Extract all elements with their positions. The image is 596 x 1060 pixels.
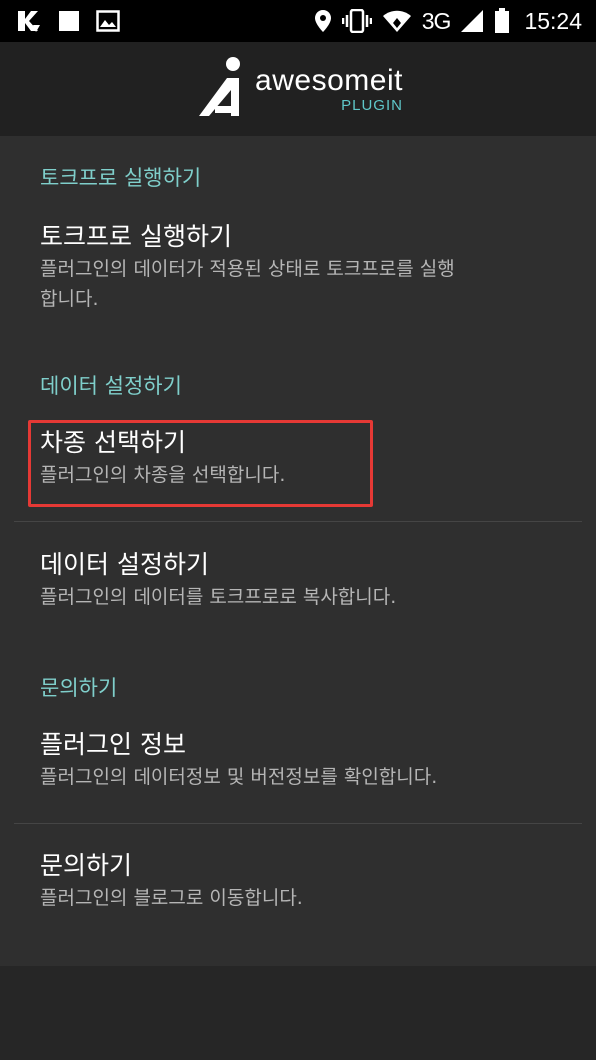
app-header: awesomeit PLUGIN bbox=[0, 42, 596, 136]
pref-title: 토크프로 실행하기 bbox=[40, 222, 232, 251]
image-notification-icon bbox=[96, 10, 120, 32]
pref-inquiry[interactable]: 문의하기 플러그인의 블로그로 이동합니다. bbox=[40, 849, 560, 913]
status-left bbox=[16, 9, 120, 33]
vibrate-icon bbox=[341, 9, 372, 33]
pref-plugin-info[interactable]: 플러그인 정보 플러그인의 데이터정보 및 버전정보를 확인합니다. bbox=[40, 728, 560, 792]
logo-mark-icon bbox=[193, 56, 249, 122]
pref-run-torque-pro[interactable]: 토크프로 실행하기 플러그인의 데이터가 적용된 상태로 토크프로를 실행 합니… bbox=[40, 220, 560, 314]
pref-summary: 플러그인의 데이터를 토크프로로 복사합니다. bbox=[40, 586, 397, 608]
empty-footer-area bbox=[0, 966, 596, 1060]
clock: 15:24 bbox=[524, 7, 582, 34]
selection-highlight bbox=[28, 420, 373, 507]
category-inquiry: 문의하기 bbox=[40, 676, 118, 700]
app-notification-icon bbox=[16, 9, 42, 33]
wifi-icon bbox=[382, 9, 412, 33]
logo-text: awesomeit PLUGIN bbox=[255, 63, 403, 114]
pref-summary: 플러그인의 블로그로 이동합니다. bbox=[40, 887, 303, 909]
category-data-settings: 데이터 설정하기 bbox=[40, 374, 182, 398]
preference-list: 토크프로 실행하기 토크프로 실행하기 플러그인의 데이터가 적용된 상태로 토… bbox=[0, 136, 596, 966]
logo-subtitle: PLUGIN bbox=[341, 96, 403, 114]
signal-icon bbox=[460, 9, 484, 33]
network-type: 3G bbox=[421, 7, 452, 34]
pref-summary: 플러그인의 데이터정보 및 버전정보를 확인합니다. bbox=[40, 766, 438, 788]
pref-data-settings[interactable]: 데이터 설정하기 플러그인의 데이터를 토크프로로 복사합니다. bbox=[40, 548, 560, 612]
category-run: 토크프로 실행하기 bbox=[40, 166, 202, 190]
divider bbox=[14, 823, 582, 824]
status-right: 3G 15:24 bbox=[314, 8, 582, 35]
pref-title: 플러그인 정보 bbox=[40, 730, 186, 759]
battery-icon bbox=[494, 8, 510, 34]
square-notification-icon bbox=[58, 10, 80, 32]
pref-title: 데이터 설정하기 bbox=[40, 550, 209, 579]
status-bar: 3G 15:24 bbox=[0, 0, 596, 42]
logo-name: awesomeit bbox=[255, 63, 403, 97]
pref-summary: 플러그인의 데이터가 적용된 상태로 토크프로를 실행 bbox=[40, 258, 455, 280]
app-logo: awesomeit PLUGIN bbox=[193, 56, 403, 122]
divider bbox=[14, 521, 582, 522]
pref-summary-continued: 합니다. bbox=[40, 288, 99, 310]
pref-title: 문의하기 bbox=[40, 851, 133, 880]
location-icon bbox=[314, 9, 332, 33]
